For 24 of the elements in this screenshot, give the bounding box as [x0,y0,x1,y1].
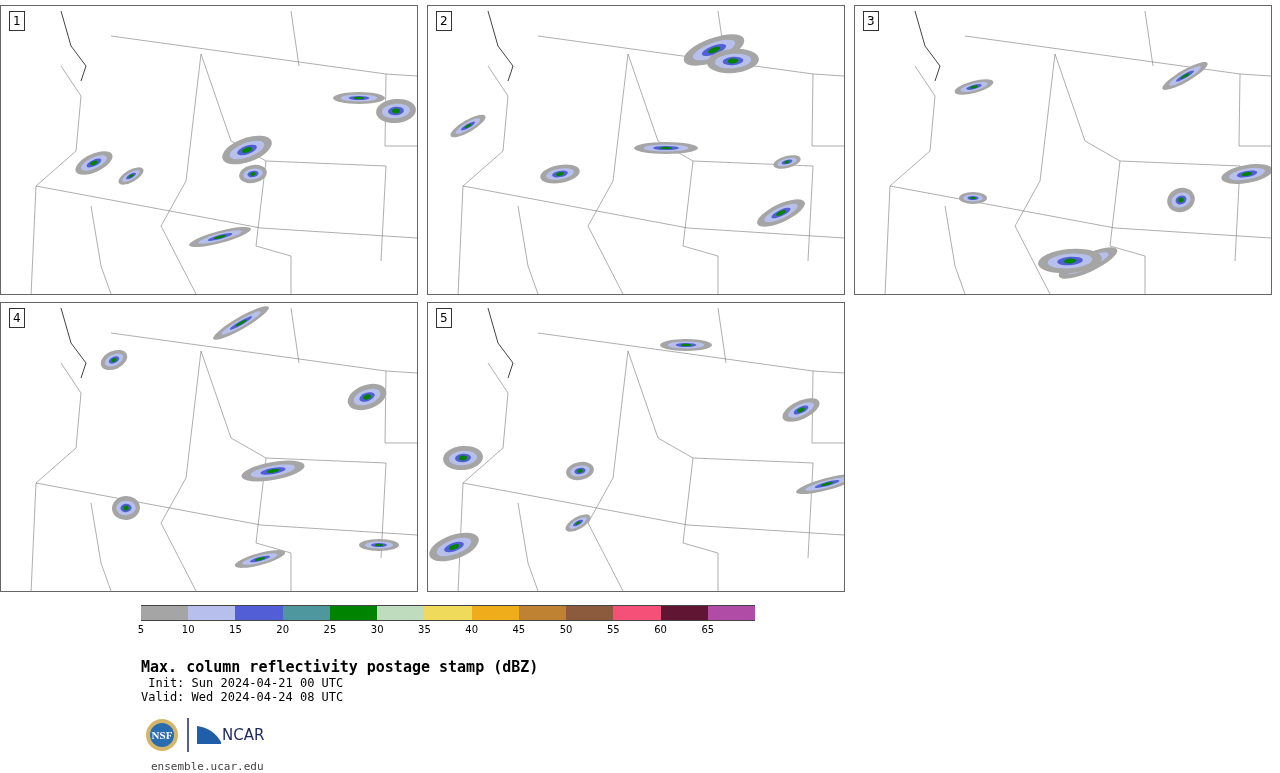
colorbar-tick-label: 55 [607,624,620,636]
colorbar-tick-label: 5 [137,624,145,636]
panel-number: 4 [9,308,25,328]
colorbar-tick-label: 50 [559,624,573,636]
colorbar-tick-label: 25 [323,624,337,636]
panel-number: 3 [863,11,879,31]
ncar-logo: NCAR [197,726,265,744]
panel-number: 5 [436,308,452,328]
colorbar-tick-label: 30 [370,624,384,636]
nsf-logo: NSF [145,718,179,752]
colorbar-tick-label: 20 [276,624,290,636]
colorbar-tick-label: 35 [418,624,431,636]
colorbar-tick-label: 45 [512,624,526,636]
valid-time: Valid: Wed 2024-04-24 08 UTC [141,690,345,704]
panel-number: 1 [9,11,25,31]
colorbar-tick-label: 15 [229,624,242,636]
colorbar-tick-label: 65 [701,624,715,636]
chart-title: Max. column reflectivity postage stamp (dBZ) [141,658,540,676]
init-time: Init: Sun 2024-04-21 00 UTC [147,676,345,690]
colorbar-tick-label: 10 [181,624,195,636]
website-url: ensemble.ucar.edu [151,760,265,773]
colorbar-tick-label: 40 [465,624,478,636]
colorbar-tick-label: 60 [654,624,667,636]
panel-number: 2 [436,11,452,31]
